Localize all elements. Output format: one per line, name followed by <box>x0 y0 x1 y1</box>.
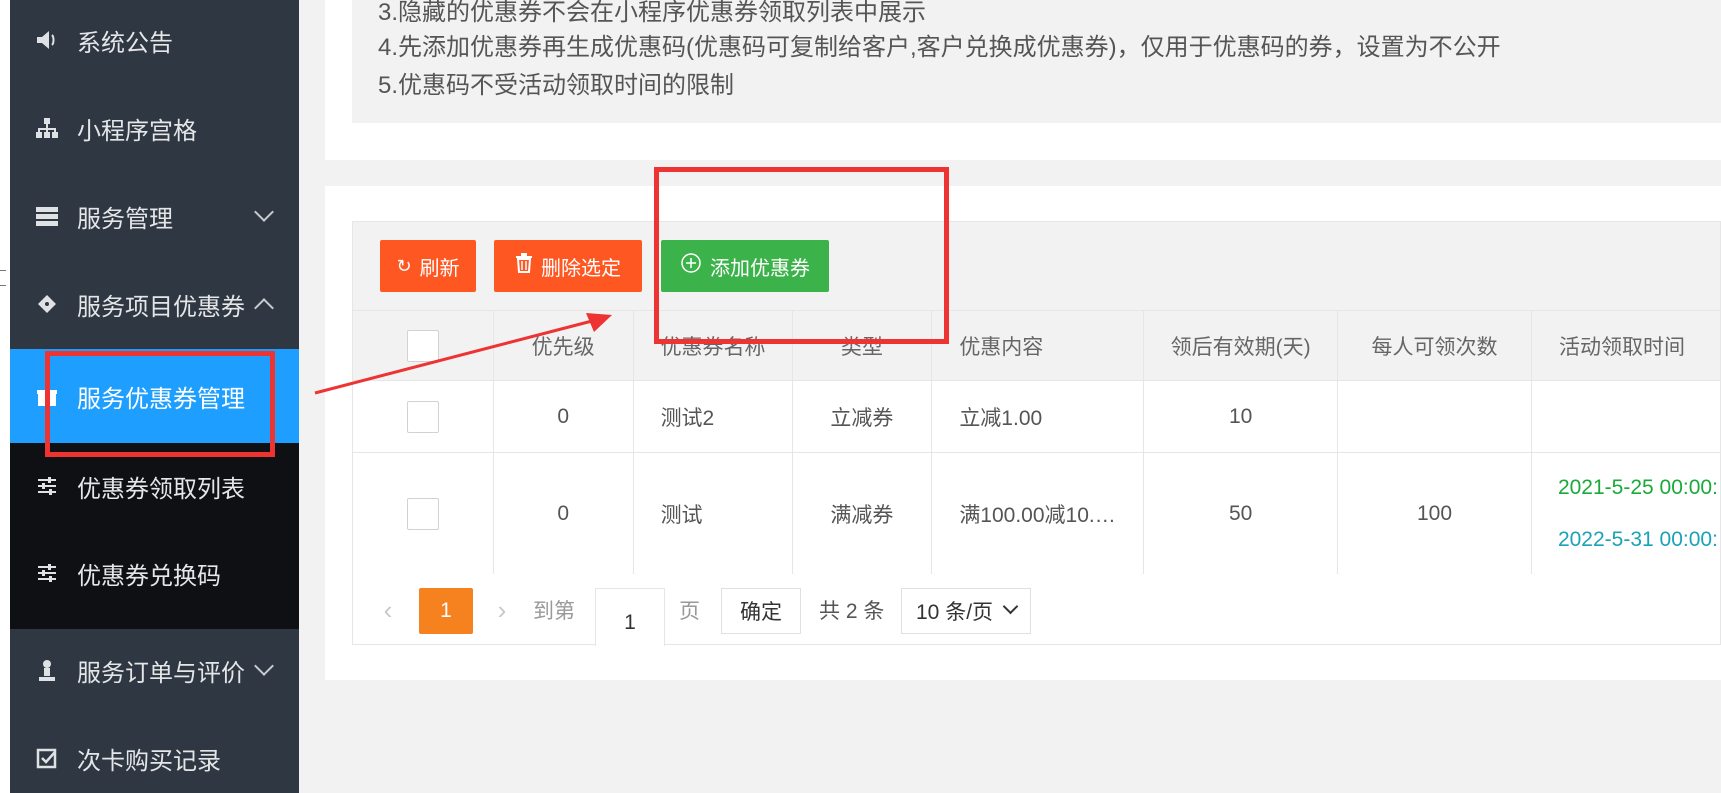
page-1-button[interactable]: 1 <box>419 588 473 634</box>
total-count: 共 2 条 <box>819 600 885 623</box>
claim-time-start: 2021-5-25 00:00: <box>1557 475 1718 499</box>
sidebar-item-label: 次卡购买记录 <box>77 747 221 775</box>
claim-time-cell: 2021-5-25 00:00: 2022-5-31 00:00: <box>1530 452 1721 575</box>
column-header[interactable]: 每人可领次数 <box>1337 310 1532 381</box>
window-edge <box>0 0 10 793</box>
sidebar-item-announcement[interactable]: 系统公告 <box>10 0 299 80</box>
claim-time-end: 2022-5-31 00:00: <box>1557 527 1718 551</box>
validity-cell: 10 <box>1143 380 1339 453</box>
goto-confirm-button[interactable]: 确定 <box>721 588 801 634</box>
checkbox-icon <box>34 745 60 771</box>
trash-icon <box>515 253 533 279</box>
notice-line-3: 3.隐藏的优惠券不会在小程序优惠券领取列表中展示 <box>378 0 927 26</box>
column-header[interactable]: 活动领取时间 <box>1530 310 1721 381</box>
row-checkbox-cell <box>352 452 494 575</box>
sidebar-item-label: 服务项目优惠券 <box>77 293 245 321</box>
sidebar-item-label: 优惠券领取列表 <box>77 475 245 503</box>
notice-line-4: 4.先添加优惠券再生成优惠码(优惠码可复制给客户,客户兑换成优惠券)，仅用于优惠… <box>378 34 1501 61</box>
plus-circle-icon <box>680 252 702 280</box>
sidebar-item-coupon-claims[interactable]: 优惠券领取列表 <box>10 446 299 526</box>
sidebar-item-card-purchases[interactable]: 次卡购买记录 <box>10 718 299 793</box>
sidebar-item-label: 小程序宫格 <box>77 117 197 145</box>
delete-selected-button[interactable]: 删除选定 <box>494 240 642 292</box>
column-header[interactable]: 优惠内容 <box>931 310 1145 381</box>
goto-page-input[interactable]: 1 <box>595 588 665 646</box>
server-icon <box>34 203 60 229</box>
column-header[interactable]: 优惠券名称 <box>632 310 793 381</box>
refresh-icon: ↻ <box>396 255 412 276</box>
sidebar-item-label: 服务优惠券管理 <box>77 385 245 413</box>
sidebar-item-coupon-management[interactable]: 服务优惠券管理 <box>10 349 299 443</box>
sidebar: 系统公告 小程序宫格 服务管理 服务项目优惠券 服务优惠券管理 优惠券领取列表 <box>10 0 299 793</box>
per-person-cell: 100 <box>1337 452 1532 575</box>
column-header[interactable]: 领后有效期(天) <box>1143 310 1339 381</box>
chevron-down-icon <box>254 202 274 222</box>
sliders-icon <box>34 473 60 499</box>
gift-icon <box>34 383 60 409</box>
next-page-icon[interactable]: › <box>487 588 517 632</box>
speaker-icon <box>34 27 60 53</box>
sidebar-item-label: 服务订单与评价 <box>77 659 245 687</box>
notice-line-5: 5.优惠码不受活动领取时间的限制 <box>378 72 735 99</box>
page-size-select[interactable]: 10 条/页 <box>901 588 1031 634</box>
sidebar-item-miniprogram-grid[interactable]: 小程序宫格 <box>10 88 299 168</box>
user-icon <box>34 657 60 683</box>
chevron-down-icon <box>254 656 274 676</box>
sidebar-item-label: 优惠券兑换码 <box>77 562 221 590</box>
row-checkbox[interactable] <box>406 400 439 433</box>
ticket-icon <box>34 291 60 317</box>
add-coupon-button[interactable]: 添加优惠券 <box>661 240 829 292</box>
notice-box: 3.隐藏的优惠券不会在小程序优惠券领取列表中展示 4.先添加优惠券再生成优惠码(… <box>352 0 1721 123</box>
coupon-type-cell: 满减券 <box>791 452 933 575</box>
annotation-arrow <box>314 313 612 395</box>
sidebar-item-service-coupons[interactable]: 服务项目优惠券 <box>10 264 299 344</box>
prev-page-icon[interactable]: ‹ <box>373 588 403 632</box>
claim-time-cell <box>1530 380 1721 453</box>
table-row: 0 测试 满减券 满100.00减10.… 50 100 2021-5-25 0… <box>352 452 1721 575</box>
coupon-content-cell: 立减1.00 <box>931 380 1145 453</box>
validity-cell: 50 <box>1143 452 1339 575</box>
sidebar-item-service-management[interactable]: 服务管理 <box>10 176 299 256</box>
refresh-button[interactable]: ↻ 刷新 <box>380 240 476 292</box>
priority-cell: 0 <box>492 452 634 575</box>
column-header[interactable]: 类型 <box>791 310 933 381</box>
coupon-type-cell: 立减券 <box>791 380 933 453</box>
per-person-cell <box>1337 380 1532 453</box>
page-unit-label: 页 <box>679 600 700 623</box>
sidebar-item-coupon-codes[interactable]: 优惠券兑换码 <box>10 533 299 613</box>
row-checkbox[interactable] <box>406 497 439 530</box>
coupon-name-cell: 测试2 <box>632 380 793 453</box>
chevron-down-icon <box>1002 598 1019 615</box>
sitemap-icon <box>34 115 60 141</box>
coupon-content-cell: 满100.00减10.… <box>931 452 1145 575</box>
coupon-name-cell: 测试 <box>632 452 793 575</box>
chevron-up-icon <box>254 298 274 318</box>
pagination: ‹ 1 › 到第 1 页 确定 共 2 条 10 条/页 <box>352 574 1721 646</box>
sidebar-item-label: 系统公告 <box>77 29 173 57</box>
sliders-icon <box>34 560 60 586</box>
sidebar-item-orders-reviews[interactable]: 服务订单与评价 <box>10 630 299 710</box>
sidebar-item-label: 服务管理 <box>77 205 173 233</box>
goto-label: 到第 <box>533 600 575 623</box>
